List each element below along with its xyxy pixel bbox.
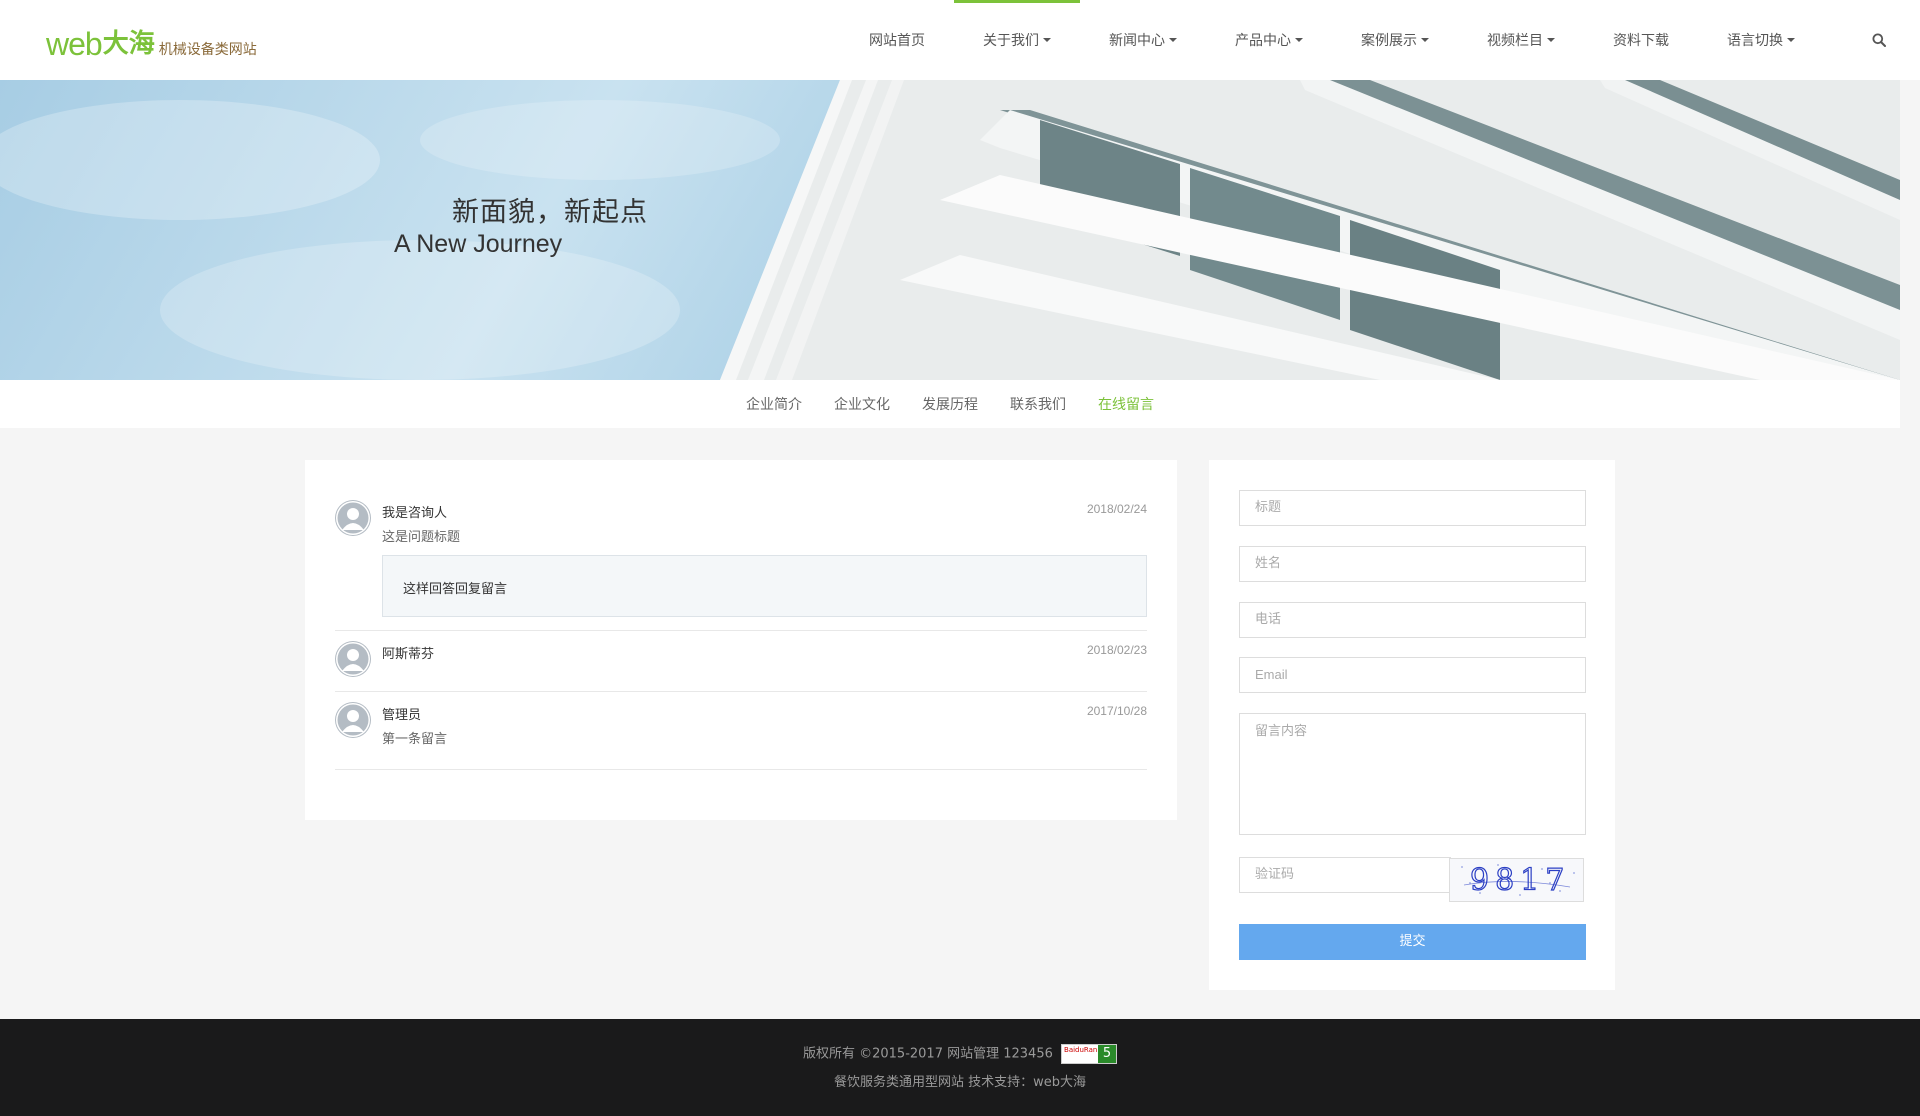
reply-text: 这样回答回复留言: [403, 582, 508, 597]
message-date: 2017/10/28: [1086, 704, 1147, 718]
name-input[interactable]: 姓名: [1239, 546, 1586, 582]
main-nav: 网站首页 关于我们 新闻中心 产品中心 案例展示 视频栏目 资料下载 语言切换: [840, 0, 1824, 80]
avatar-icon: [335, 641, 371, 677]
nav-label: 案例展示: [1361, 33, 1417, 49]
phone-input[interactable]: 电话: [1239, 602, 1586, 638]
site-header: web 大海 机械设备类网站 网站首页 关于我们 新闻中心 产品中心 案例展示 …: [0, 0, 1920, 80]
building-illustration: [0, 80, 1900, 380]
footer-support: 餐饮服务类通用型网站 技术支持：web大海: [833, 1075, 1086, 1090]
message-date: 2018/02/24: [1086, 502, 1147, 516]
hero-banner: 新面貌，新起点 A New Journey: [0, 80, 1900, 380]
logo-subtitle: 机械设备类网站: [158, 42, 257, 58]
caret-down-icon: [1547, 38, 1555, 42]
captcha-input[interactable]: 验证码: [1239, 857, 1451, 893]
message-list: 我是咨询人 这是问题标题 2018/02/24 这样回答回复留言 阿斯蒂芬 20…: [305, 460, 1177, 820]
message-date: 2018/02/23: [1086, 643, 1147, 657]
caret-down-icon: [1169, 38, 1177, 42]
nav-label: 视频栏目: [1487, 33, 1543, 49]
caret-down-icon: [1421, 38, 1429, 42]
message-author: 阿斯蒂芬: [382, 647, 435, 662]
subnav-item-intro[interactable]: 企业简介: [746, 394, 802, 414]
caret-down-icon: [1787, 38, 1795, 42]
logo-web: web: [46, 26, 103, 62]
message-text: 第一条留言: [382, 732, 448, 747]
sub-nav: 企业简介 企业文化 发展历程 联系我们 在线留言: [0, 380, 1900, 428]
nav-label: 网站首页: [869, 33, 925, 49]
nav-item-cases[interactable]: 案例展示: [1332, 0, 1458, 80]
content-textarea[interactable]: 留言内容: [1239, 713, 1586, 835]
subnav-item-history[interactable]: 发展历程: [922, 394, 978, 414]
nav-item-products[interactable]: 产品中心: [1206, 0, 1332, 80]
subnav-item-guestbook[interactable]: 在线留言: [1098, 394, 1154, 414]
nav-item-language[interactable]: 语言切换: [1698, 0, 1824, 80]
message-author: 管理员: [382, 708, 422, 723]
nav-label: 资料下载: [1613, 33, 1669, 49]
subnav-item-culture[interactable]: 企业文化: [834, 394, 890, 414]
subnav-item-contact[interactable]: 联系我们: [1010, 394, 1066, 414]
nav-label: 新闻中心: [1109, 33, 1165, 49]
search-icon[interactable]: [1872, 33, 1886, 47]
baidu-rank-badge[interactable]: BaiduRank 5: [1061, 1044, 1118, 1064]
nav-item-home[interactable]: 网站首页: [840, 0, 954, 80]
banner-title-cn: 新面貌，新起点: [452, 197, 648, 228]
page-scrollbar[interactable]: [1900, 80, 1920, 1019]
list-item: 阿斯蒂芬 2018/02/23: [335, 631, 1147, 692]
message-author: 我是咨询人: [382, 506, 448, 521]
footer-copyright: 版权所有 ©2015-2017 网站管理 123456 BaiduRank 5: [0, 1044, 1920, 1065]
title-input[interactable]: 标题: [1239, 490, 1586, 526]
rank-value: 5: [1098, 1045, 1117, 1063]
nav-item-news[interactable]: 新闻中心: [1080, 0, 1206, 80]
nav-label: 关于我们: [983, 33, 1039, 49]
message-text: 这是问题标题: [382, 530, 461, 545]
message-form: 标题 姓名 电话 Email 留言内容 验证码 提交: [1209, 460, 1615, 990]
caret-down-icon: [1295, 38, 1303, 42]
list-item: 管理员 第一条留言 2017/10/28: [335, 692, 1147, 770]
nav-label: 产品中心: [1235, 33, 1291, 49]
message-reply: 这样回答回复留言: [382, 555, 1147, 617]
email-input[interactable]: Email: [1239, 657, 1586, 693]
site-logo[interactable]: web 大海 机械设备类网站: [46, 22, 257, 62]
logo-dahai: 大海: [102, 29, 155, 59]
copyright-text: 版权所有 ©2015-2017 网站管理 123456: [802, 1046, 1053, 1062]
captcha-image[interactable]: 9817: [1449, 858, 1584, 902]
banner-title-en: A New Journey: [394, 230, 563, 258]
nav-item-videos[interactable]: 视频栏目: [1458, 0, 1584, 80]
rank-label: BaiduRank: [1064, 1046, 1102, 1054]
nav-label: 语言切换: [1727, 33, 1783, 49]
site-footer: 版权所有 ©2015-2017 网站管理 123456 BaiduRank 5 …: [0, 1019, 1920, 1116]
caret-down-icon: [1043, 38, 1051, 42]
avatar-icon: [335, 500, 371, 536]
captcha-code: 9817: [1470, 863, 1570, 898]
list-item: 我是咨询人 这是问题标题 2018/02/24 这样回答回复留言: [335, 460, 1147, 631]
nav-item-about[interactable]: 关于我们: [954, 0, 1080, 80]
avatar-icon: [335, 702, 371, 738]
submit-button[interactable]: 提交: [1239, 924, 1586, 960]
nav-item-downloads[interactable]: 资料下载: [1584, 0, 1698, 80]
